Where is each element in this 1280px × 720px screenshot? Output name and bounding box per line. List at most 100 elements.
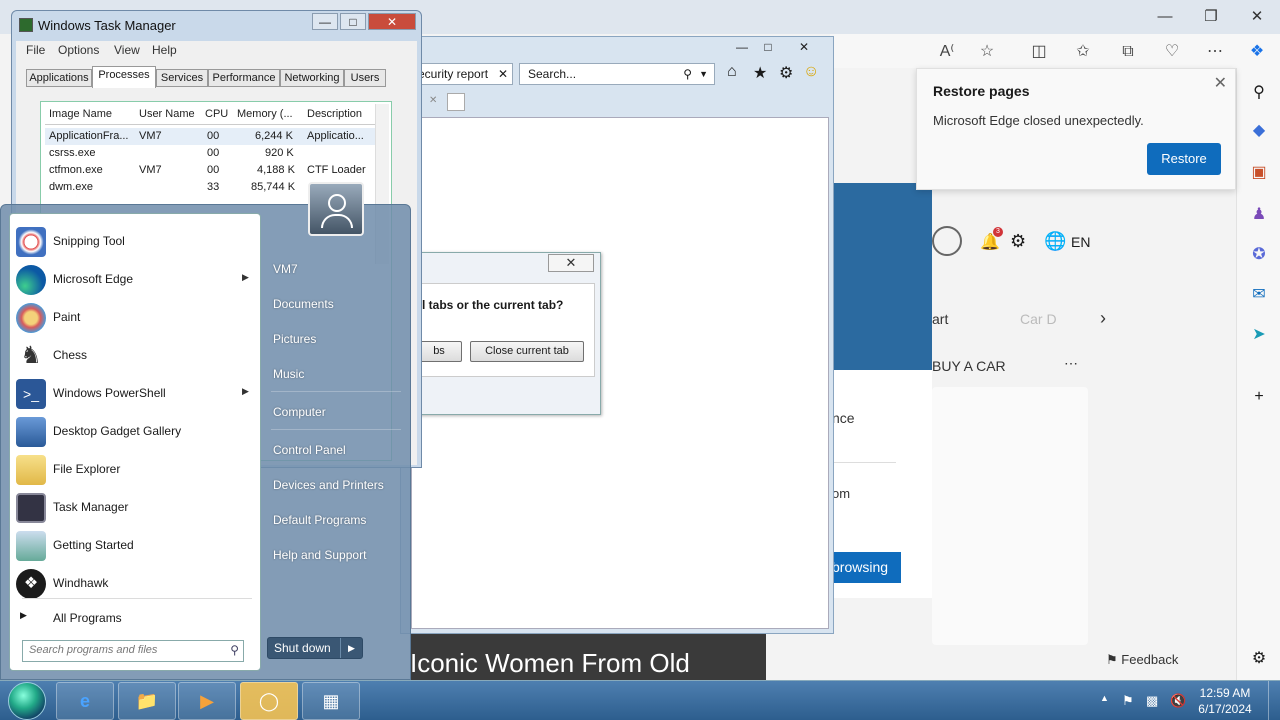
news-tab[interactable]: art: [932, 311, 948, 327]
file-explorer-icon[interactable]: 📁: [118, 682, 176, 720]
close-icon[interactable]: ✕: [1214, 73, 1227, 93]
search-icon[interactable]: ⚲: [1248, 82, 1270, 104]
place-computer[interactable]: Computer: [263, 398, 409, 426]
settings-gear-icon[interactable]: ⚙: [1010, 231, 1026, 252]
minimize-icon[interactable]: —: [1150, 6, 1180, 28]
place-control-panel[interactable]: Control Panel: [263, 436, 409, 464]
news-tab[interactable]: Car D: [1020, 311, 1057, 327]
program-microsoft-edge[interactable]: Microsoft Edge ▶: [12, 262, 258, 298]
home-icon[interactable]: ⌂: [727, 63, 737, 81]
place-devices-and-printers[interactable]: Devices and Printers: [263, 471, 409, 499]
browsing-button[interactable]: browsing: [830, 552, 901, 583]
menu-options[interactable]: Options: [58, 43, 99, 57]
sidebar-settings-icon[interactable]: ⚙: [1248, 648, 1270, 670]
tools-gear-icon[interactable]: ⚙: [779, 63, 793, 83]
close-current-tab-button[interactable]: Close current tab: [470, 341, 584, 362]
place-music[interactable]: Music: [263, 360, 409, 388]
program-chess[interactable]: ♞ Chess: [12, 338, 258, 374]
column-cpu[interactable]: CPU: [205, 108, 228, 120]
program-file-explorer[interactable]: File Explorer: [12, 452, 258, 488]
menu-file[interactable]: File: [26, 43, 45, 57]
action-center-flag-icon[interactable]: ⚑: [1122, 693, 1134, 709]
chevron-right-icon[interactable]: ▶: [340, 638, 362, 658]
network-icon[interactable]: ▩: [1146, 693, 1158, 709]
restore-button[interactable]: Restore: [1147, 143, 1221, 175]
news-headline[interactable]: Iconic Women From Old: [410, 648, 690, 679]
program-snipping-tool[interactable]: Snipping Tool: [12, 224, 258, 260]
search-input[interactable]: Search... ⚲ ▼: [519, 63, 715, 85]
close-icon[interactable]: ✕: [498, 64, 508, 84]
restore-icon[interactable]: ❐: [1196, 6, 1226, 28]
new-tab-icon[interactable]: [447, 93, 465, 111]
more-options-icon[interactable]: ⋯: [1204, 41, 1226, 63]
more-icon[interactable]: ⋯: [1064, 355, 1078, 372]
column-image-name[interactable]: Image Name: [49, 108, 112, 120]
tag-icon[interactable]: ◆: [1248, 120, 1270, 142]
close-icon[interactable]: ✕: [1242, 6, 1272, 28]
security-report-tab[interactable]: ecurity report ✕: [413, 63, 513, 85]
table-row[interactable]: ctfmon.exe VM7 00 4,188 K CTF Loader: [45, 162, 375, 179]
tab-users[interactable]: Users: [344, 69, 386, 87]
shut-down-button[interactable]: Shut down ▶: [267, 637, 363, 659]
copilot-icon[interactable]: ❖: [1246, 41, 1268, 63]
menu-help[interactable]: Help: [152, 43, 177, 57]
maximize-icon[interactable]: □: [340, 13, 366, 30]
start-button[interactable]: [8, 682, 46, 720]
internet-explorer-icon[interactable]: e: [56, 682, 114, 720]
menu-view[interactable]: View: [114, 43, 140, 57]
table-row[interactable]: csrss.exe 00 920 K: [45, 145, 375, 162]
split-screen-icon[interactable]: ◫: [1028, 41, 1050, 63]
m365-icon[interactable]: ✪: [1248, 244, 1270, 266]
all-programs[interactable]: ▶ All Programs: [12, 604, 258, 630]
favorites-icon[interactable]: ✩: [1072, 41, 1094, 63]
performance-icon[interactable]: ♡: [1161, 41, 1183, 63]
task-manager-icon[interactable]: ▦: [302, 682, 360, 720]
favorite-star-icon[interactable]: ☆: [976, 41, 998, 63]
media-player-icon[interactable]: ▶: [178, 682, 236, 720]
tab-applications[interactable]: Applications: [26, 69, 92, 87]
smiley-icon[interactable]: ☺: [803, 63, 819, 81]
games-icon[interactable]: ♟: [1248, 204, 1270, 226]
tab-performance[interactable]: Performance: [208, 69, 280, 87]
collections-icon[interactable]: ⧉: [1117, 41, 1139, 63]
minimize-icon[interactable]: —: [312, 13, 338, 30]
program-windhawk[interactable]: ❖ Windhawk: [12, 566, 258, 602]
close-icon[interactable]: ✕: [429, 95, 437, 106]
outlook-icon[interactable]: ✉: [1248, 284, 1270, 306]
profile-icon[interactable]: [932, 226, 962, 256]
table-row[interactable]: ApplicationFra... VM7 00 6,244 K Applica…: [45, 128, 375, 145]
program-paint[interactable]: Paint: [12, 300, 258, 336]
close-icon[interactable]: ✕: [791, 39, 817, 55]
place-documents[interactable]: Documents: [263, 290, 409, 318]
chevron-right-icon[interactable]: ›: [1100, 308, 1106, 329]
maximize-icon[interactable]: □: [755, 39, 781, 55]
tab-networking[interactable]: Networking: [280, 69, 344, 87]
place-user-folder[interactable]: VM7: [263, 255, 409, 283]
add-icon[interactable]: +: [1248, 386, 1270, 408]
program-getting-started[interactable]: Getting Started: [12, 528, 258, 564]
minimize-icon[interactable]: —: [729, 39, 755, 55]
column-description[interactable]: Description: [307, 108, 362, 120]
language-label[interactable]: EN: [1071, 234, 1090, 250]
close-icon[interactable]: ✕: [368, 13, 416, 30]
close-tabs-button[interactable]: bs: [416, 341, 462, 362]
favorites-star-icon[interactable]: ★: [753, 63, 767, 83]
program-windows-powershell[interactable]: >_ Windows PowerShell ▶: [12, 376, 258, 412]
news-card[interactable]: [932, 387, 1088, 645]
read-aloud-icon[interactable]: A⁽: [936, 41, 958, 63]
column-memory[interactable]: Memory (...: [237, 108, 293, 120]
globe-icon[interactable]: 🌐: [1044, 231, 1066, 252]
search-input[interactable]: Search programs and files ⚲: [22, 640, 244, 662]
tab-processes[interactable]: Processes: [92, 66, 156, 88]
close-icon[interactable]: ✕: [548, 254, 594, 272]
user-avatar[interactable]: [308, 182, 364, 236]
toolbox-icon[interactable]: ▣: [1248, 162, 1270, 184]
search-icon[interactable]: ⚲: [683, 64, 692, 84]
tab-services[interactable]: Services: [156, 69, 208, 87]
place-pictures[interactable]: Pictures: [263, 325, 409, 353]
feedback-button[interactable]: ⚑ Feedback: [1106, 652, 1178, 668]
place-default-programs[interactable]: Default Programs: [263, 506, 409, 534]
clock[interactable]: 12:59 AM 6/17/2024: [1190, 685, 1260, 717]
program-task-manager[interactable]: Task Manager: [12, 490, 258, 526]
column-user-name[interactable]: User Name: [139, 108, 195, 120]
